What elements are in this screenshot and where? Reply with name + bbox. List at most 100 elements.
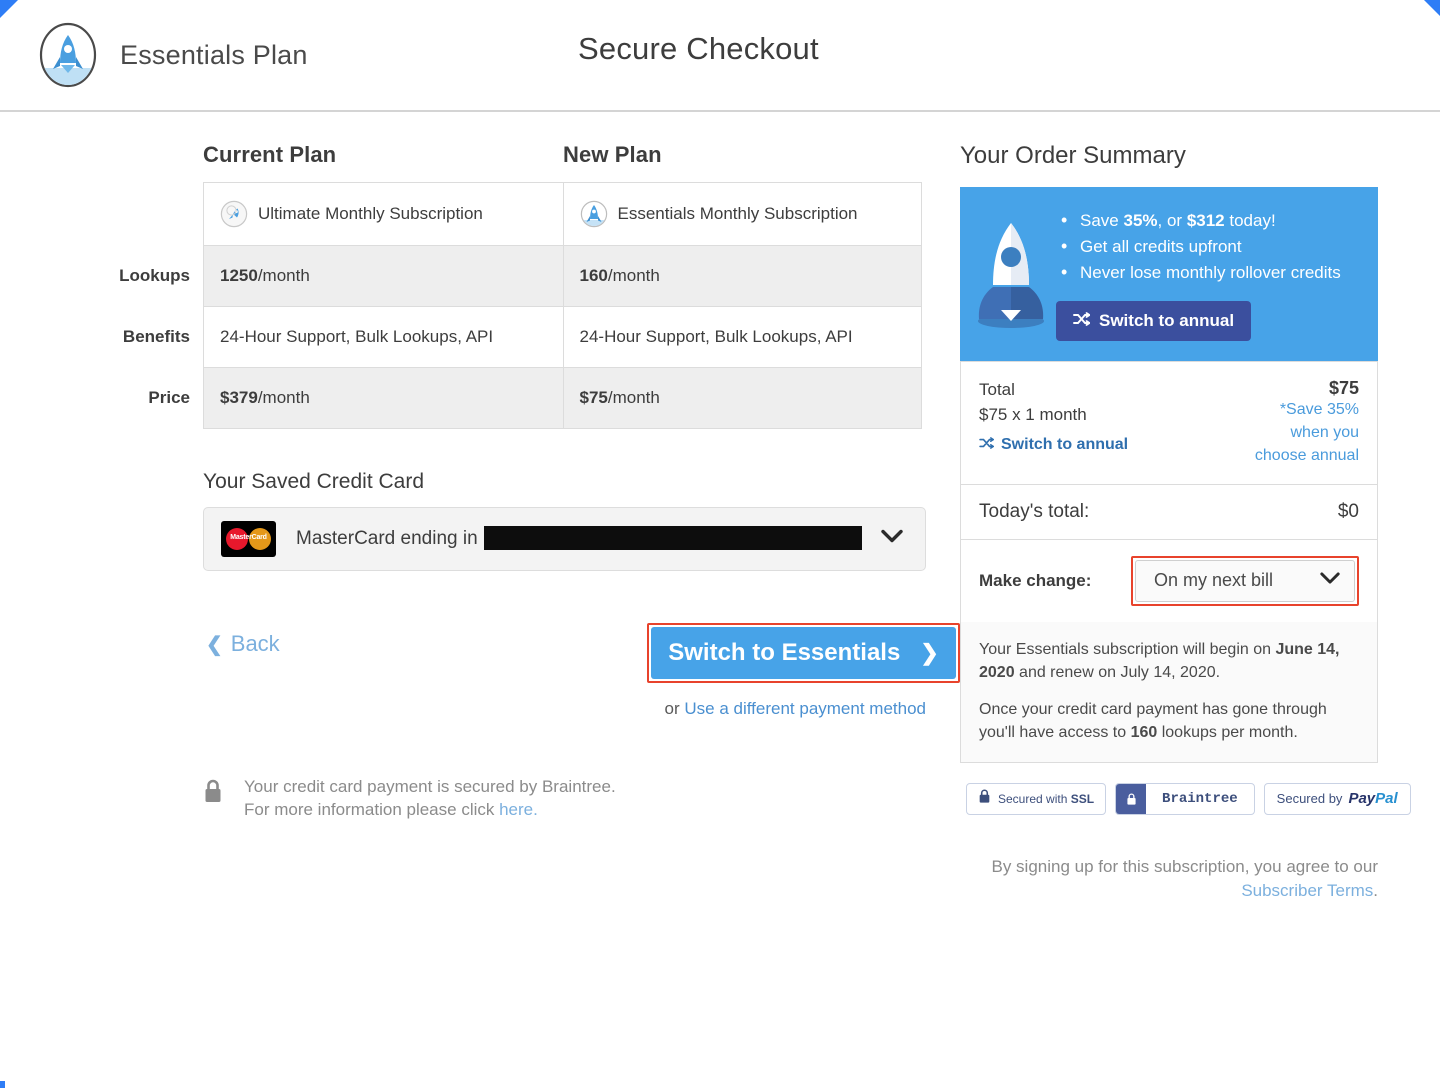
paypal-wordmark: PayPal — [1348, 790, 1397, 807]
total-switch-to-annual-link[interactable]: Switch to annual — [979, 434, 1128, 457]
subscriber-terms-link[interactable]: Subscriber Terms — [1241, 881, 1373, 900]
chevron-left-icon: ❮ — [206, 633, 223, 656]
total-section: Total $75 x 1 month Switch to annual $75… — [961, 361, 1377, 483]
switch-to-essentials-button[interactable]: Switch to Essentials ❯ — [651, 627, 956, 679]
saved-card-label: MasterCard ending in — [296, 528, 478, 550]
new-price-value: $75 — [579, 388, 608, 407]
table-row-benefits: Benefits 24-Hour Support, Bulk Lookups, … — [123, 307, 922, 368]
alt-payment-row: or Use a different payment method — [203, 699, 926, 719]
corner-marker-top-left — [0, 0, 18, 18]
table-row-lookups: Lookups 1250/month 160/month — [119, 246, 921, 307]
promo-content: Save 35%, or $312 today! Get all credits… — [1056, 208, 1360, 342]
mastercard-wordmark: MasterCard — [230, 534, 267, 541]
current-price-suffix: /month — [257, 388, 310, 407]
terms-suffix: . — [1373, 880, 1378, 900]
new-lookups-value: 160 — [579, 266, 608, 285]
info-p1-pre: Your Essentials subscription will begin … — [979, 640, 1276, 658]
new-plan-heading: New Plan — [563, 142, 662, 167]
lock-icon — [1116, 783, 1147, 814]
make-change-label: Make change: — [979, 570, 1092, 590]
promo-b1-mid: , or — [1157, 211, 1187, 230]
chevron-down-icon[interactable] — [881, 529, 903, 549]
summary-box: Total $75 x 1 month Switch to annual $75… — [960, 361, 1378, 763]
chevron-down-icon — [1320, 572, 1340, 590]
promo-bullet-2: Get all credits upfront — [1056, 234, 1360, 260]
todays-total-amount: $0 — [1337, 500, 1359, 522]
promo-bullet-3: Never lose monthly rollover credits — [1056, 260, 1360, 286]
badge-ssl-bold: SSL — [1070, 791, 1095, 806]
new-lookups-suffix: /month — [607, 266, 660, 285]
subscriber-terms: By signing up for this subscription, you… — [960, 855, 1379, 903]
cell-current-plan-name: Ultimate Monthly Subscription — [204, 183, 563, 245]
secure-note-text: Your credit card payment is secured by B… — [244, 775, 616, 822]
secure-note-line2: For more information please click here. — [244, 798, 616, 821]
action-row: ❮ Back Switch to Essentials ❯ — [203, 623, 960, 683]
promo-button-label: Switch to annual — [1099, 311, 1235, 331]
cell-current-price: $379/month — [204, 368, 563, 428]
new-plan-name-text: Essentials Monthly Subscription — [617, 204, 858, 223]
info-paragraph-2: Once your credit card payment has gone t… — [979, 698, 1359, 744]
cell-current-benefits: 24-Hour Support, Bulk Lookups, API — [220, 327, 494, 346]
cta-highlight-outline: Switch to Essentials ❯ — [647, 623, 960, 683]
total-amount: $75 — [1328, 378, 1359, 399]
rocket-oval-icon — [34, 21, 102, 89]
info-p2-bold: 160 — [1130, 723, 1158, 741]
badge-braintree: Braintree — [1115, 782, 1255, 815]
todays-total-section: Today's total: $0 — [961, 483, 1377, 539]
total-label: Total — [979, 380, 1015, 400]
plan-comparison-table: Ultimate Monthly Subscription Essentials… — [119, 182, 922, 429]
rocket-essentials-icon — [580, 200, 608, 228]
badge-ssl: Secured with SSL — [966, 782, 1107, 815]
alt-payment-link[interactable]: Use a different payment method — [684, 699, 926, 718]
row-label-benefits: Benefits — [122, 327, 190, 346]
brand-name: Essentials Plan — [120, 39, 308, 70]
badge-braintree-text: Braintree — [1162, 790, 1238, 807]
info-paragraph-1: Your Essentials subscription will begin … — [979, 638, 1359, 684]
current-price-value: $379 — [220, 388, 258, 407]
secure-note-line2-prefix: For more information please click — [244, 800, 500, 820]
cell-new-plan-name: Essentials Monthly Subscription — [562, 183, 922, 245]
promo-b1-bold2: $312 — [1186, 211, 1225, 230]
make-change-section: Make change: On my next bill — [961, 538, 1377, 622]
trust-badges: Secured with SSL Braintree Secured by Pa… — [960, 782, 1430, 815]
current-plan-heading: Current Plan — [203, 142, 337, 167]
saved-card-select[interactable]: MasterCard MasterCard ending in — [203, 507, 926, 571]
table-row-plan-name: Ultimate Monthly Subscription Essentials… — [204, 183, 921, 246]
lock-icon — [203, 778, 223, 804]
total-save-note: *Save 35% when you choose annual — [1254, 401, 1359, 464]
total-switch-link-label: Switch to annual — [1001, 435, 1129, 453]
plan-column-headings: Current Plan New Plan — [203, 142, 960, 182]
todays-total-label: Today's total: — [979, 500, 1090, 522]
row-label-price: Price — [148, 388, 190, 407]
cell-current-lookups: 1250/month — [204, 246, 563, 306]
badge-paypal-prefix: Secured by — [1276, 791, 1343, 807]
promo-switch-to-annual-button[interactable]: Switch to annual — [1056, 301, 1252, 342]
order-summary-column: Your Order Summary Save 35%, — [960, 142, 1430, 903]
order-summary-title: Your Order Summary — [960, 142, 1186, 169]
secure-note-line1: Your credit card payment is secured by B… — [244, 777, 616, 796]
current-lookups-value: 1250 — [220, 266, 258, 285]
page-title: Secure Checkout — [578, 31, 819, 66]
cell-new-benefits: 24-Hour Support, Bulk Lookups, API — [562, 307, 922, 367]
promo-b1-post: today! — [1224, 211, 1276, 230]
total-detail: $75 x 1 month — [979, 404, 1087, 424]
cta-label: Switch to Essentials — [668, 639, 901, 666]
make-change-select[interactable]: On my next bill — [1135, 559, 1355, 602]
promo-b1-bold1: 35% — [1123, 211, 1158, 230]
total-left: Total $75 x 1 month Switch to annual — [979, 378, 1128, 456]
annual-promo-panel: Save 35%, or $312 today! Get all credits… — [960, 187, 1378, 362]
new-price-suffix: /month — [607, 388, 660, 407]
back-button[interactable]: ❮ Back — [206, 631, 280, 657]
page-header: Essentials Plan Secure Checkout — [0, 0, 1440, 112]
secure-note-link[interactable]: here. — [499, 800, 538, 819]
left-column: Current Plan New Plan Ultimate Monthly S… — [0, 142, 960, 903]
subscription-info-section: Your Essentials subscription will begin … — [961, 621, 1377, 762]
lock-icon — [978, 788, 991, 809]
make-change-highlight-outline: On my next bill — [1131, 555, 1359, 606]
info-p1-post: and renew on July 14, 2020. — [1014, 663, 1221, 681]
rocket-ultimate-icon — [220, 200, 248, 228]
paypal-pay: Pay — [1348, 790, 1376, 808]
card-number-redacted — [483, 526, 862, 550]
secure-note: Your credit card payment is secured by B… — [203, 775, 960, 822]
paypal-pal: Pal — [1375, 790, 1398, 808]
